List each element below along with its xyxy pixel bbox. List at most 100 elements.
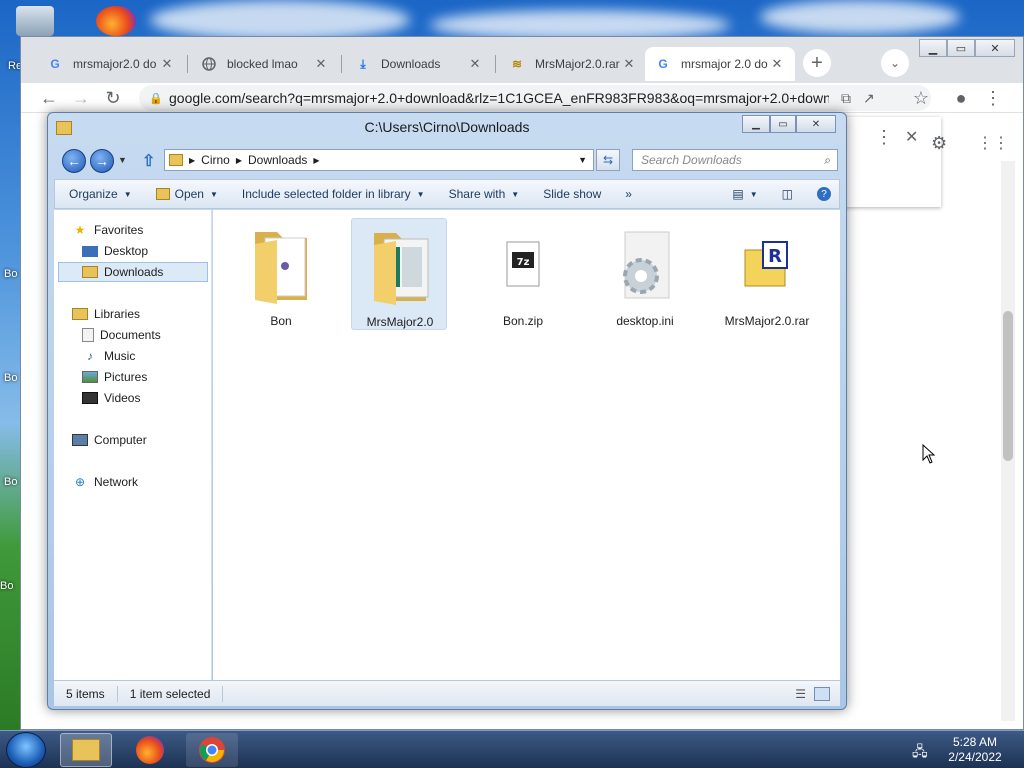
- nav-documents[interactable]: Documents: [82, 325, 161, 345]
- address-breadcrumb[interactable]: ▶ Cirno ▶ Downloads ▶ ▼: [164, 149, 594, 171]
- new-tab-button[interactable]: +: [803, 49, 831, 77]
- page-scrollbar[interactable]: [1001, 161, 1015, 721]
- search-icon[interactable]: ⌕: [824, 153, 831, 168]
- open-label: Open: [174, 187, 204, 201]
- file-item-mrsmajor-rar[interactable]: R MrsMajor2.0.rar: [719, 218, 815, 330]
- close-window-button[interactable]: ✕: [796, 115, 836, 133]
- nav-network[interactable]: ⊕ Network: [72, 472, 138, 492]
- view-icon: ▤: [732, 187, 744, 201]
- taskbar-chrome[interactable]: [186, 733, 238, 767]
- scrollbar-thumb[interactable]: [1003, 311, 1013, 461]
- system-clock[interactable]: 5:28 AM 2/24/2022: [930, 735, 1020, 765]
- open-button[interactable]: Open ▼: [144, 187, 230, 201]
- close-window-button[interactable]: ✕: [975, 39, 1015, 57]
- tab-4[interactable]: ≋ MrsMajor2.0.rar ✕: [499, 47, 647, 81]
- back-arrow-icon[interactable]: ←: [62, 149, 86, 173]
- rar-archive-icon: R: [744, 241, 788, 287]
- chevron-right-icon[interactable]: ▶: [189, 156, 195, 165]
- reload-button[interactable]: ↻: [101, 86, 125, 110]
- nav-desktop[interactable]: Desktop: [82, 241, 148, 261]
- close-tab-icon[interactable]: ✕: [769, 56, 785, 72]
- globe-icon: [201, 56, 217, 72]
- close-tab-icon[interactable]: ✕: [467, 56, 483, 72]
- google-g-icon: G: [658, 57, 668, 71]
- videos-icon: [82, 392, 98, 404]
- address-dropdown-icon[interactable]: ▼: [578, 155, 587, 165]
- folder-icon: [169, 154, 183, 166]
- tab-3[interactable]: ⤓ Downloads ✕: [345, 47, 493, 81]
- taskbar-explorer[interactable]: [60, 733, 112, 767]
- nav-music[interactable]: ♪ Music: [82, 346, 135, 366]
- google-g-icon: G: [50, 57, 60, 71]
- close-tab-icon[interactable]: ✕: [621, 56, 637, 72]
- nav-computer[interactable]: Computer: [72, 430, 147, 450]
- nav-favorites[interactable]: ★ Favorites: [72, 220, 144, 240]
- chevron-right-icon[interactable]: ▶: [313, 156, 319, 165]
- window-title: C:\Users\Cirno\Downloads: [364, 119, 530, 135]
- nav-pictures[interactable]: Pictures: [82, 367, 147, 387]
- forward-button[interactable]: →: [69, 86, 93, 110]
- firefox-desktop-icon[interactable]: [96, 6, 136, 36]
- recycle-bin-icon[interactable]: [16, 6, 54, 36]
- address-bar[interactable]: 🔒 google.com/search?q=mrsmajor+2.0+downl…: [139, 85, 931, 111]
- large-icons-view-icon[interactable]: [814, 686, 830, 701]
- file-item-bon[interactable]: Bon: [233, 218, 329, 330]
- close-tab-icon[interactable]: ✕: [159, 56, 175, 72]
- close-icon[interactable]: ✕: [905, 127, 918, 147]
- tab-5-active[interactable]: G mrsmajor 2.0 do ✕: [645, 47, 795, 81]
- more-options-icon[interactable]: ⋮: [875, 127, 893, 148]
- tab-2[interactable]: blocked lmao ✕: [191, 47, 339, 81]
- chrome-menu-icon[interactable]: ⋮: [981, 86, 1005, 110]
- file-item-mrsmajor-folder[interactable]: MrsMajor2.0: [351, 218, 447, 330]
- nav-libraries[interactable]: Libraries: [72, 304, 140, 324]
- preview-pane-icon: ◫: [781, 187, 793, 201]
- profile-avatar-icon[interactable]: ●: [949, 86, 973, 110]
- include-in-library-button[interactable]: Include selected folder in library ▼: [230, 187, 437, 201]
- settings-gear-icon[interactable]: ⚙: [931, 133, 947, 154]
- minimize-button[interactable]: ▁: [742, 115, 770, 133]
- organize-label: Organize: [69, 187, 118, 201]
- breadcrumb-cirno[interactable]: Cirno: [201, 153, 230, 167]
- file-item-desktop-ini[interactable]: desktop.ini: [597, 218, 693, 330]
- search-input[interactable]: Search Downloads ⌕: [632, 149, 838, 171]
- chevron-right-icon[interactable]: ▶: [236, 156, 242, 165]
- tab-search-button[interactable]: ⌄: [881, 49, 909, 77]
- maximize-button[interactable]: ▭: [947, 39, 975, 57]
- maximize-button[interactable]: ▭: [770, 115, 796, 133]
- nav-label: Downloads: [104, 265, 164, 279]
- tab-1[interactable]: G mrsmajor2.0 do ✕: [37, 47, 185, 81]
- network-tray-icon[interactable]: 🖧: [912, 741, 928, 765]
- apps-grid-icon[interactable]: ⋮⋮: [977, 133, 1009, 153]
- refresh-icon[interactable]: ⇆: [596, 149, 620, 171]
- nav-downloads[interactable]: Downloads: [58, 262, 208, 282]
- recent-pages-dropdown[interactable]: ▼: [118, 155, 127, 165]
- minimize-button[interactable]: ▁: [919, 39, 947, 57]
- organize-button[interactable]: Organize ▼: [55, 187, 144, 201]
- back-button[interactable]: ←: [37, 86, 61, 110]
- close-tab-icon[interactable]: ✕: [313, 56, 329, 72]
- slide-show-button[interactable]: Slide show: [531, 187, 613, 201]
- share-with-button[interactable]: Share with ▼: [437, 187, 532, 201]
- change-view-button[interactable]: ▤ ▼: [720, 187, 769, 201]
- bookmark-star-icon[interactable]: ☆: [909, 86, 933, 110]
- command-bar: Organize ▼ Open ▼ Include selected folder …: [54, 179, 840, 209]
- share-icon[interactable]: ↗: [863, 90, 875, 107]
- file-item-bon-zip[interactable]: 7z Bon.zip: [475, 218, 571, 330]
- breadcrumb-downloads[interactable]: Downloads: [248, 153, 307, 167]
- taskbar-firefox[interactable]: [124, 733, 176, 767]
- archive-icon: ≋: [511, 57, 523, 71]
- translate-icon[interactable]: ⧉: [841, 90, 851, 107]
- folder-icon: [374, 233, 429, 305]
- lock-icon: 🔒: [149, 92, 163, 105]
- preview-pane-button[interactable]: ◫: [770, 187, 805, 201]
- start-button[interactable]: [6, 732, 46, 768]
- nav-videos[interactable]: Videos: [82, 388, 140, 408]
- help-button[interactable]: ?: [805, 187, 839, 201]
- up-arrow-icon[interactable]: ⇧: [142, 151, 155, 171]
- forward-arrow-icon[interactable]: →: [90, 149, 114, 173]
- share-label: Share with: [448, 187, 506, 201]
- item-count: 5 items: [66, 686, 105, 701]
- folder-icon: [72, 739, 100, 761]
- more-commands-button[interactable]: »: [613, 187, 644, 201]
- details-view-icon[interactable]: ☰: [795, 687, 806, 701]
